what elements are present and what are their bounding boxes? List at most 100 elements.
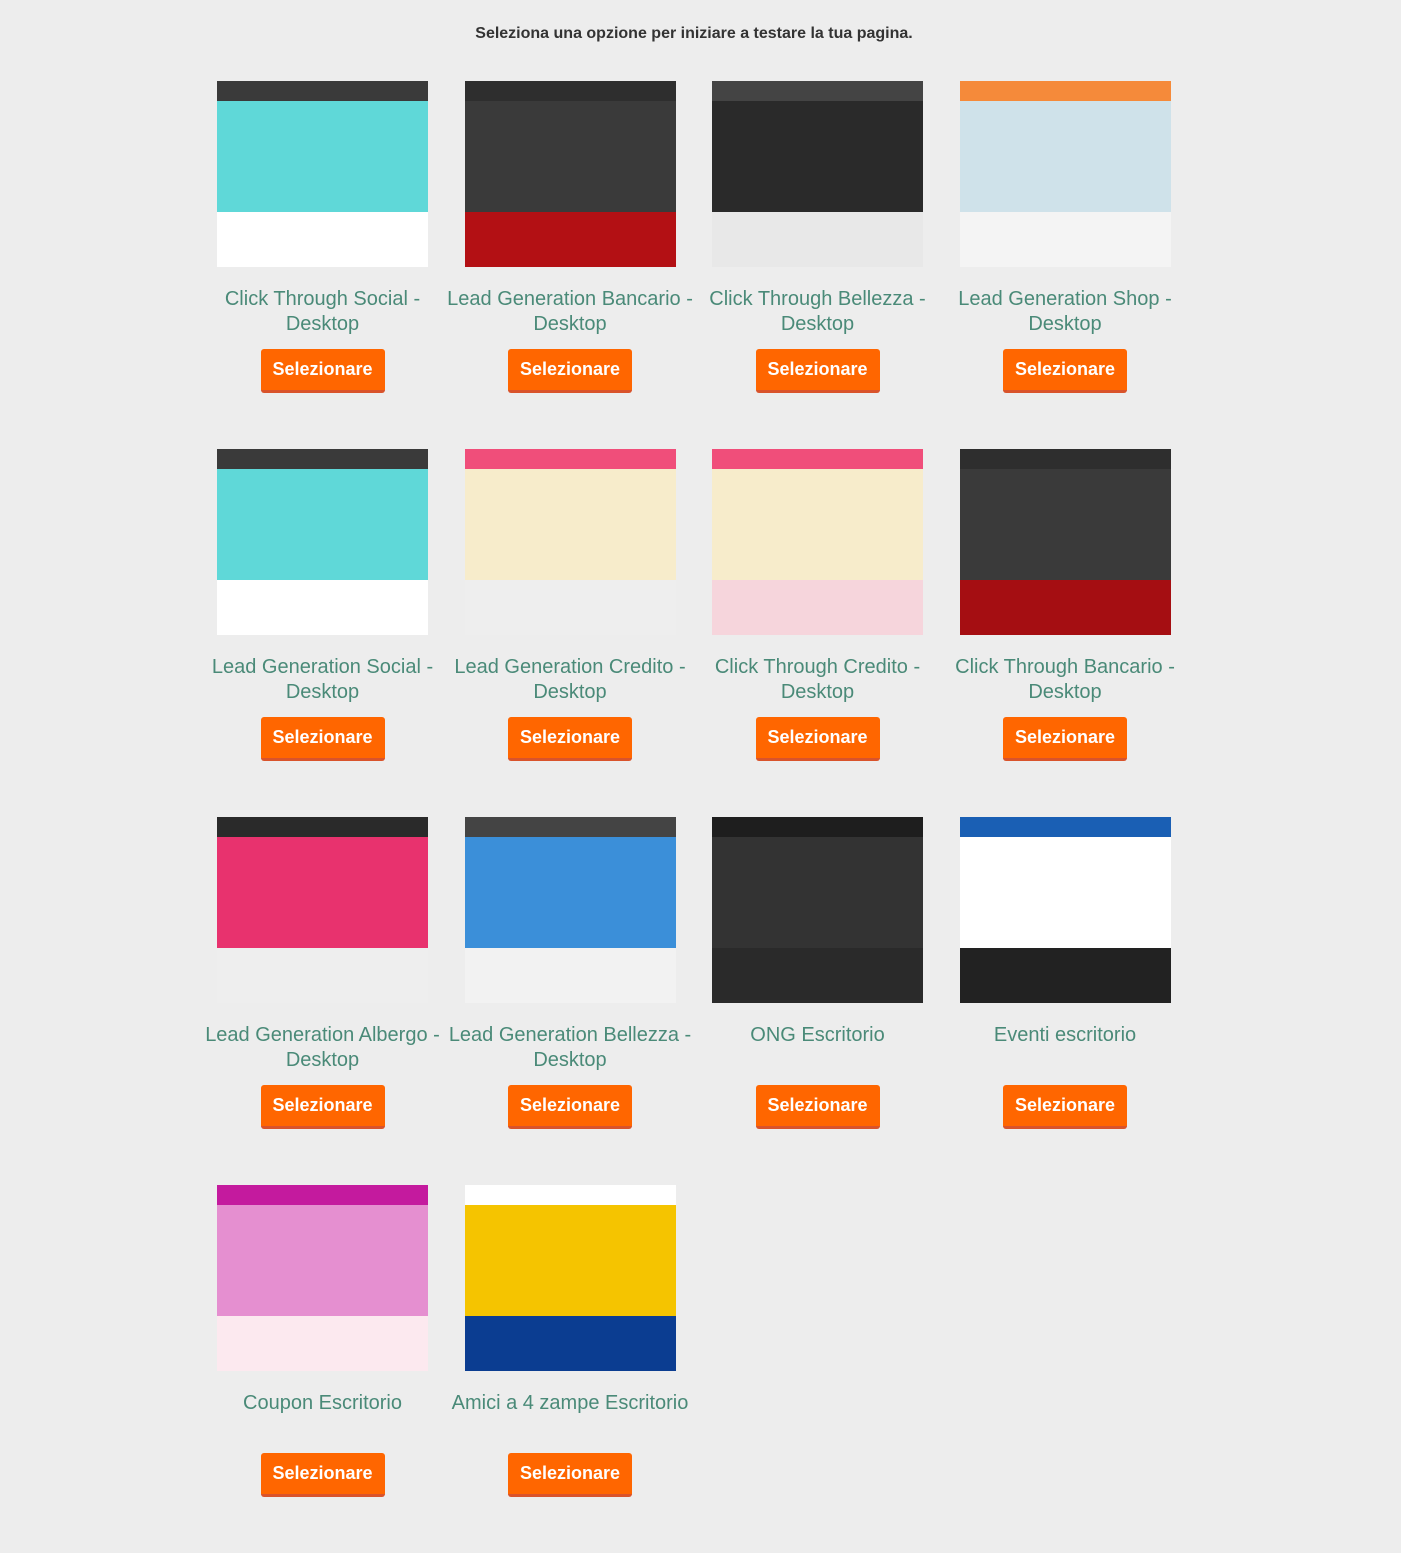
template-title: Click Through Credito - Desktop (714, 656, 921, 703)
thumbnail-header (712, 817, 923, 837)
thumbnail-header (959, 81, 1171, 101)
select-button[interactable]: Selezionare (260, 349, 385, 393)
template-thumbnail[interactable] (464, 1185, 676, 1371)
thumbnail-header (217, 81, 428, 101)
thumbnail-header (464, 449, 676, 469)
template-thumbnail[interactable] (464, 817, 676, 1003)
thumbnail-footer (959, 212, 1171, 267)
template-thumbnail[interactable] (217, 449, 428, 635)
thumbnail-header (959, 449, 1171, 469)
thumbnail-hero (959, 101, 1171, 212)
thumbnail-header (217, 449, 428, 469)
thumbnail-footer (464, 1316, 676, 1371)
select-button[interactable]: Selezionare (260, 1453, 385, 1497)
template-card: Coupon Escritorio Selezionare (217, 1185, 428, 1553)
thumbnail-hero (959, 837, 1171, 948)
template-card: Amici a 4 zampe Escritorio Selezionare (452, 1185, 688, 1553)
template-card: Lead Generation Social - Desktop Selezion… (212, 449, 433, 817)
template-title: Lead Generation Credito - Desktop (454, 656, 686, 703)
thumbnail-hero (217, 469, 428, 580)
template-card: Eventi escritorio Selezionare (959, 817, 1171, 1185)
select-button[interactable]: Selezionare (508, 1453, 632, 1497)
thumbnail-header (712, 81, 923, 101)
template-title: Lead Generation Albergo - Desktop (205, 1024, 440, 1071)
template-grid: Click Through Social - Desktop Selezionar… (205, 81, 1175, 1553)
thumbnail-hero (712, 101, 923, 212)
thumbnail-header (712, 449, 923, 469)
select-button[interactable]: Selezionare (1003, 1085, 1127, 1129)
template-thumbnail[interactable] (712, 81, 923, 267)
template-card: Click Through Bancario - Desktop Selezion… (955, 449, 1175, 817)
thumbnail-header (464, 81, 676, 101)
template-card: ONG Escritorio Selezionare (712, 817, 923, 1185)
thumbnail-hero (464, 469, 676, 580)
template-thumbnail[interactable] (217, 1185, 428, 1371)
select-button[interactable]: Selezionare (755, 1085, 880, 1129)
template-title: Coupon Escritorio (243, 1392, 402, 1414)
template-card: Lead Generation Bellezza - Desktop Selezi… (449, 817, 691, 1185)
template-card: Lead Generation Credito - Desktop Selezio… (454, 449, 686, 817)
thumbnail-footer (712, 212, 923, 267)
thumbnail-header (217, 817, 428, 837)
select-button[interactable]: Selezionare (1003, 349, 1127, 393)
select-button[interactable]: Selezionare (508, 717, 632, 761)
template-title: Eventi escritorio (993, 1024, 1137, 1046)
thumbnail-footer (712, 948, 923, 1003)
template-thumbnail[interactable] (712, 449, 923, 635)
thumbnail-footer (464, 212, 676, 267)
template-card: Click Through Bellezza - Desktop Selezion… (709, 81, 926, 449)
template-card: Click Through Credito - Desktop Seleziona… (712, 449, 923, 817)
template-title: Amici a 4 zampe Escritorio (451, 1392, 689, 1414)
template-title: Lead Generation Social - Desktop (211, 656, 434, 703)
thumbnail-hero (217, 837, 428, 948)
thumbnail-footer (959, 580, 1171, 635)
template-thumbnail[interactable] (464, 449, 676, 635)
thumbnail-header (464, 817, 676, 837)
template-thumbnail[interactable] (959, 449, 1171, 635)
template-title: Lead Generation Shop - Desktop (958, 288, 1172, 335)
template-thumbnail[interactable] (712, 817, 923, 1003)
template-title: Click Through Bellezza - Desktop (709, 288, 926, 335)
template-thumbnail[interactable] (464, 81, 676, 267)
template-thumbnail[interactable] (959, 817, 1171, 1003)
select-button[interactable]: Selezionare (260, 717, 385, 761)
template-title: Lead Generation Bellezza - Desktop (448, 1024, 692, 1071)
template-card: Click Through Social - Desktop Selezionar… (217, 81, 428, 449)
template-thumbnail[interactable] (217, 81, 428, 267)
thumbnail-footer (217, 580, 428, 635)
thumbnail-hero (217, 1205, 428, 1316)
template-title: Click Through Social - Desktop (224, 288, 421, 335)
thumbnail-header (217, 1185, 428, 1205)
select-button[interactable]: Selezionare (755, 349, 880, 393)
thumbnail-footer (217, 212, 428, 267)
select-button[interactable]: Selezionare (1003, 717, 1127, 761)
thumbnail-header (959, 817, 1171, 837)
thumbnail-footer (464, 948, 676, 1003)
select-button[interactable]: Selezionare (508, 1085, 632, 1129)
thumbnail-header (464, 1185, 676, 1205)
template-thumbnail[interactable] (959, 81, 1171, 267)
template-card: Lead Generation Shop - Desktop Selezionar… (958, 81, 1172, 449)
template-card: Lead Generation Bancario - Desktop Selezi… (447, 81, 693, 449)
template-title: Lead Generation Bancario - Desktop (447, 288, 693, 335)
thumbnail-footer (712, 580, 923, 635)
thumbnail-footer (959, 948, 1171, 1003)
thumbnail-hero (217, 101, 428, 212)
template-title: Click Through Bancario - Desktop (955, 656, 1175, 703)
thumbnail-hero (712, 469, 923, 580)
thumbnail-hero (712, 837, 923, 948)
select-button[interactable]: Selezionare (508, 349, 632, 393)
thumbnail-footer (217, 948, 428, 1003)
thumbnail-footer (464, 580, 676, 635)
thumbnail-hero (464, 1205, 676, 1316)
select-button[interactable]: Selezionare (755, 717, 880, 761)
template-title: ONG Escritorio (750, 1024, 885, 1046)
template-card: Lead Generation Albergo - Desktop Selezio… (205, 817, 440, 1185)
select-button[interactable]: Selezionare (260, 1085, 385, 1129)
template-thumbnail[interactable] (217, 817, 428, 1003)
thumbnail-footer (217, 1316, 428, 1371)
thumbnail-hero (959, 469, 1171, 580)
thumbnail-hero (464, 101, 676, 212)
intro-text: Seleziona una opzione per iniziare a tes… (475, 25, 913, 42)
thumbnail-hero (464, 837, 676, 948)
